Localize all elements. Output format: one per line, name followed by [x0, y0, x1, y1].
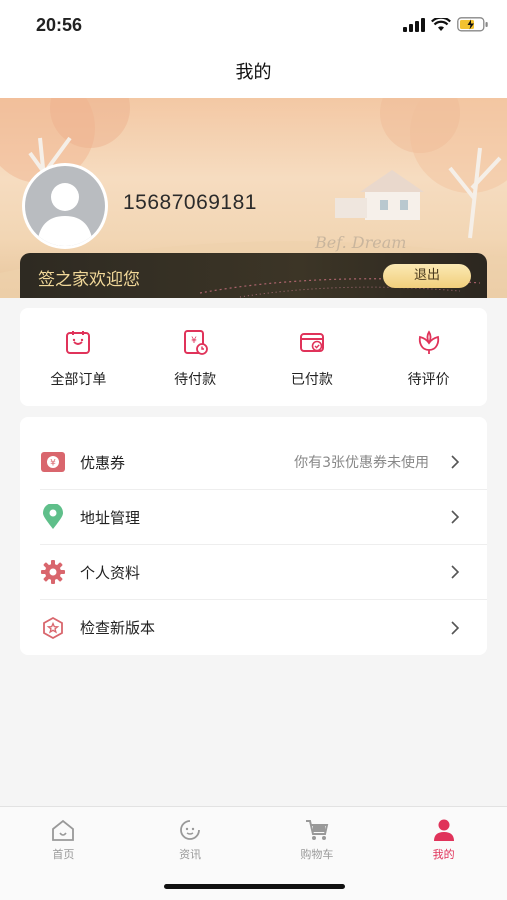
page-title: 我的 — [235, 62, 272, 83]
signal-icon — [403, 17, 425, 32]
coupon-hint: 你有3张优惠券未使用 — [294, 455, 429, 471]
menu-item-coupon-label: 优惠券 — [80, 453, 126, 472]
menu-item-profile-label: 个人资料 — [80, 563, 141, 582]
menu-item-version[interactable]: 检查新版本 — [40, 600, 487, 655]
profile-icon — [433, 819, 454, 841]
tab-home-label: 首页 — [52, 848, 75, 861]
battery-icon — [457, 17, 488, 32]
menu-item-coupon[interactable]: ¥ 优惠券 你有3张优惠券未使用 — [40, 435, 487, 490]
chevron-right-icon — [445, 564, 465, 580]
order-pending-review[interactable]: 待评价 — [370, 308, 487, 406]
chevron-right-icon — [445, 454, 465, 470]
tab-home[interactable]: 首页 — [0, 807, 127, 900]
order-all-label: 全部订单 — [50, 372, 107, 388]
nav-bar: 我的 — [0, 48, 507, 98]
order-all[interactable]: 全部订单 — [20, 308, 137, 406]
location-icon — [40, 504, 66, 530]
order-paid-label: 已付款 — [290, 372, 333, 388]
orders-card: 全部订单 ¥ 待付款 已付款 待评价 — [20, 308, 487, 406]
cart-icon — [305, 820, 329, 840]
chevron-right-icon — [445, 620, 465, 636]
all-orders-icon — [66, 331, 91, 354]
status-icons — [403, 17, 489, 32]
coupon-icon: ¥ — [40, 449, 66, 475]
wifi-icon — [431, 17, 451, 31]
status-time: 20:56 — [36, 15, 83, 35]
version-icon — [40, 615, 66, 641]
tab-profile-label: 我的 — [432, 848, 455, 861]
logout-button[interactable]: 退出 — [383, 264, 471, 288]
tab-news-label: 资讯 — [179, 848, 202, 861]
tab-profile[interactable]: 我的 — [380, 807, 507, 900]
order-pending-review-label: 待评价 — [407, 372, 450, 388]
paid-icon — [299, 333, 324, 352]
news-icon — [180, 820, 201, 840]
menu-item-profile[interactable]: 个人资料 — [40, 545, 487, 600]
user-phone: 15687069181 — [123, 191, 257, 214]
svg-text:¥: ¥ — [191, 336, 197, 346]
gear-icon — [40, 559, 66, 585]
order-paid[interactable]: 已付款 — [254, 308, 371, 406]
svg-text:Bef. Dream: Bef. Dream — [314, 233, 406, 252]
tab-cart-label: 购物车 — [300, 848, 334, 861]
order-pending-payment-label: 待付款 — [174, 372, 217, 388]
profile-banner: Bef. Dream 15687069181 签之家欢迎您 退出 — [0, 98, 507, 298]
home-icon — [52, 819, 75, 841]
avatar-placeholder-icon — [25, 166, 105, 246]
menu-card: ¥ 优惠券 你有3张优惠券未使用 地址管理 个人资料 检查新版本 — [20, 417, 487, 655]
home-indicator — [164, 884, 345, 889]
menu-item-address[interactable]: 地址管理 — [40, 490, 487, 545]
welcome-bar: 签之家欢迎您 退出 — [20, 253, 487, 298]
welcome-text: 签之家欢迎您 — [38, 270, 140, 290]
pending-review-icon — [418, 330, 439, 354]
svg-text:¥: ¥ — [50, 459, 56, 469]
menu-item-version-label: 检查新版本 — [80, 619, 156, 637]
order-pending-payment[interactable]: ¥ 待付款 — [137, 308, 254, 406]
menu-item-address-label: 地址管理 — [80, 508, 141, 527]
status-bar: 20:56 — [0, 0, 507, 48]
avatar[interactable] — [22, 163, 108, 249]
chevron-right-icon — [445, 509, 465, 525]
pending-payment-icon: ¥ — [184, 330, 209, 355]
